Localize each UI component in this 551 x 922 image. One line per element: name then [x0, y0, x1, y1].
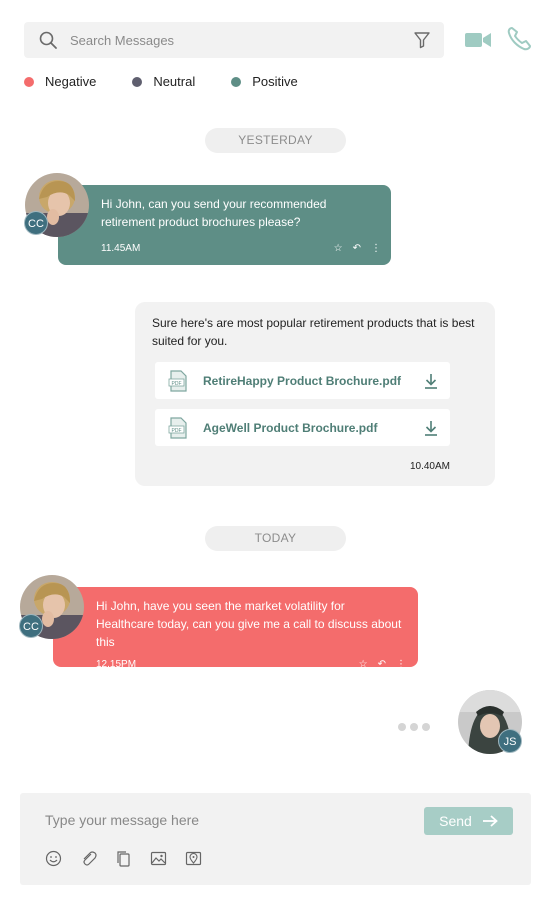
avatar-initials: CC [19, 614, 43, 638]
date-divider-today: TODAY [205, 526, 346, 551]
copy-icon[interactable] [115, 850, 132, 867]
typing-indicator [398, 723, 430, 731]
pdf-file-icon: PDF [168, 416, 187, 439]
sentiment-legend: Negative Neutral Positive [24, 74, 334, 89]
legend-label: Positive [252, 74, 298, 89]
svg-text:PDF: PDF [172, 427, 182, 433]
phone-icon[interactable] [506, 26, 532, 52]
send-label: Send [439, 813, 472, 829]
search-bar [24, 22, 444, 58]
legend-label: Neutral [153, 74, 196, 89]
svg-text:PDF: PDF [172, 380, 182, 386]
file-name[interactable]: AgeWell Product Brochure.pdf [203, 421, 424, 435]
emoji-icon[interactable] [45, 850, 62, 867]
pdf-file-icon: PDF [168, 369, 187, 392]
download-icon[interactable] [424, 420, 438, 436]
typing-dot [422, 723, 430, 731]
message-time: 10.40AM [409, 461, 450, 472]
message-input[interactable] [45, 809, 415, 831]
message-actions: ☆ ↶ ⋮ [334, 243, 381, 254]
image-icon[interactable] [150, 850, 167, 867]
send-button[interactable]: Send [424, 807, 513, 835]
legend-item-negative: Negative [24, 74, 96, 89]
message-text: Hi John, can you send your recommended r… [101, 197, 327, 229]
outgoing-message-with-attachments: Sure here's are most popular retirement … [135, 302, 495, 486]
date-divider-yesterday: YESTERDAY [205, 128, 346, 153]
legend-item-positive: Positive [231, 74, 298, 89]
download-icon[interactable] [424, 373, 438, 389]
legend-label: Negative [45, 74, 97, 89]
message-actions: ☆ ↶ ⋮ [359, 659, 406, 670]
message-composer: Send [20, 793, 531, 885]
avatar-initials: CC [24, 211, 48, 235]
positive-dot-icon [231, 76, 242, 87]
file-attachment[interactable]: PDF RetireHappy Product Brochure.pdf [155, 362, 450, 399]
message-time: 11.45AM [101, 243, 141, 254]
negative-dot-icon [24, 76, 34, 87]
paperclip-icon[interactable] [80, 850, 97, 867]
legend-item-neutral: Neutral [132, 74, 195, 89]
composer-tools [45, 850, 202, 867]
avatar-initials: JS [498, 729, 522, 753]
more-vertical-icon[interactable]: ⋮ [396, 659, 406, 670]
map-icon[interactable] [185, 850, 202, 867]
file-name[interactable]: RetireHappy Product Brochure.pdf [203, 374, 424, 388]
incoming-message-negative: Hi John, have you seen the market volati… [53, 587, 418, 670]
arrow-right-icon [482, 815, 498, 827]
reply-icon[interactable]: ↶ [353, 243, 361, 254]
typing-dot [410, 723, 418, 731]
search-input[interactable] [70, 22, 400, 58]
neutral-dot-icon [132, 76, 143, 87]
star-icon[interactable]: ☆ [334, 243, 343, 254]
reply-icon[interactable]: ↶ [378, 659, 386, 670]
filter-icon[interactable] [412, 30, 432, 50]
more-vertical-icon[interactable]: ⋮ [371, 243, 381, 254]
message-time: 12.15PM [96, 659, 137, 670]
message-text: Sure here's are most popular retirement … [152, 316, 475, 348]
file-attachment[interactable]: PDF AgeWell Product Brochure.pdf [155, 409, 450, 446]
incoming-message-positive: Hi John, can you send your recommended r… [58, 185, 391, 265]
search-icon[interactable] [38, 30, 58, 50]
star-icon[interactable]: ☆ [359, 659, 368, 670]
video-camera-icon[interactable] [464, 28, 492, 52]
typing-dot [398, 723, 406, 731]
message-text: Hi John, have you seen the market volati… [96, 599, 402, 649]
